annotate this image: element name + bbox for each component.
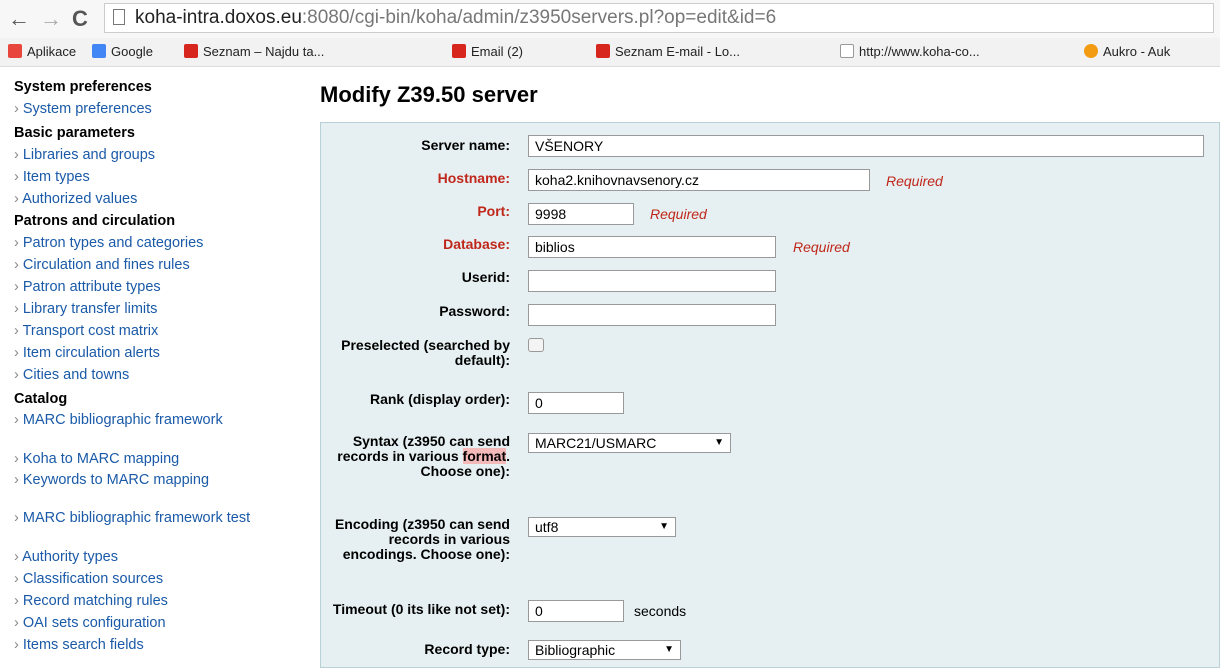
apps-grid-icon [8,44,22,58]
seznam-icon [184,44,198,58]
sidebar-item-authority-types[interactable]: Authority types [14,546,304,568]
port-label: Port: [477,203,510,219]
rank-label: Rank (display order): [369,391,510,407]
syntax-select[interactable]: MARC21/USMARC ▼ [528,433,731,453]
sidebar-item-transfer-limits[interactable]: Library transfer limits [14,298,304,320]
bookmark-label: Email (2) [471,44,524,59]
timeout-label: Timeout (0 its like not set): [332,601,510,617]
database-required: Required [793,239,850,255]
sidebar-heading-catalog: Catalog [14,391,68,407]
sidebar-item-circulation-alerts[interactable]: Item circulation alerts [14,342,304,364]
hostname-input[interactable]: koha2.knihovnavsenory.cz [528,169,870,191]
sidebar-heading-patrons: Patrons and circulation [14,213,176,229]
syntax-label: Syntax (z3950 can send records in variou… [320,434,510,479]
syntax-label-highlight: format [462,448,507,464]
syntax-select-value: MARC21/USMARC [535,435,657,451]
url-path: :8080/cgi-bin/koha/admin/z3950servers.pl… [301,7,777,28]
bookmark-label: Seznam – Najdu ta... [203,44,325,59]
sidebar-item-transport-cost[interactable]: Transport cost matrix [14,320,304,342]
hostname-required: Required [886,173,943,189]
bookmark-label: Aplikace [27,44,77,59]
password-label: Password: [439,303,510,319]
bookmark-label: Seznam E-mail - Lo... [615,44,740,59]
sidebar-item-libraries[interactable]: Libraries and groups [14,144,304,166]
page-icon [840,44,854,58]
sidebar-heading-system: System preferences [14,79,152,95]
url-host: koha-intra.doxos.eu [135,7,302,28]
address-bar[interactable]: koha-intra.doxos.eu:8080/cgi-bin/koha/ad… [104,3,1214,33]
bookmark-label: Google [111,44,153,59]
sidebar-item-item-types[interactable]: Item types [14,166,304,188]
bookmark-google[interactable]: Google [92,44,153,59]
bookmark-seznam[interactable]: Seznam – Najdu ta... [184,44,324,59]
sidebar-item-patron-types[interactable]: Patron types and categories [14,232,304,254]
bookmarks-bar: Aplikace Google Seznam – Najdu ta... Ema… [0,38,1220,67]
sidebar-item-system-preferences[interactable]: System preferences [14,98,304,120]
forward-arrow-icon[interactable]: → [40,6,62,32]
userid-label: Userid: [461,269,510,285]
encoding-select-value: utf8 [535,519,559,535]
rank-input[interactable]: 0 [528,392,624,414]
sidebar-item-circulation-rules[interactable]: Circulation and fines rules [14,254,304,276]
timeout-suffix: seconds [634,603,687,619]
hostname-label: Hostname: [437,170,510,186]
record-type-select[interactable]: Bibliographic ▼ [528,640,681,660]
record-type-label: Record type: [424,641,510,657]
sidebar-item-framework-test[interactable]: MARC bibliographic framework test [14,508,304,546]
server-name-input[interactable]: VŠENORY [528,135,1204,157]
bookmark-label: Aukro - Auk [1103,44,1171,59]
record-type-select-value: Bibliographic [535,642,616,658]
admin-sidebar: System preferences System preferences Ba… [14,76,304,656]
userid-input[interactable] [528,270,776,292]
sidebar-item-marc-framework[interactable]: MARC bibliographic framework [14,410,304,448]
sidebar-item-search-fields[interactable]: Items search fields [14,634,304,656]
server-name-label: Server name: [421,137,510,153]
browser-toolbar: ← → C koha-intra.doxos.eu:8080/cgi-bin/k… [0,0,1220,38]
preselected-checkbox[interactable] [528,338,544,352]
encoding-label: Encoding (z3950 can send records in vari… [334,516,510,562]
bookmark-koha[interactable]: http://www.koha-co... [840,44,980,59]
seznam-icon [452,44,466,58]
url-text: koha-intra.doxos.eu:8080/cgi-bin/koha/ad… [135,7,776,29]
page-title: Modify Z39.50 server [320,82,538,107]
dropdown-arrow-icon: ▼ [659,521,669,532]
sidebar-item-koha-marc-mapping[interactable]: Koha to MARC mapping [14,448,304,470]
timeout-input[interactable]: 0 [528,600,624,622]
sidebar-item-keywords-marc[interactable]: Keywords to MARC mapping [14,470,304,508]
bookmark-email[interactable]: Email (2) [452,44,523,59]
aukro-icon [1084,44,1098,58]
password-input[interactable] [528,304,776,326]
sidebar-heading-basic: Basic parameters [14,125,135,141]
database-label: Database: [443,236,510,252]
sidebar-item-classification[interactable]: Classification sources [14,568,304,590]
page-icon [113,9,125,25]
preselected-label: Preselected (searched by default): [341,337,510,368]
dropdown-arrow-icon: ▼ [664,644,674,655]
seznam-icon [596,44,610,58]
sidebar-item-patron-attributes[interactable]: Patron attribute types [14,276,304,298]
google-icon [92,44,106,58]
sidebar-item-cities[interactable]: Cities and towns [14,364,304,386]
sidebar-item-oai-sets[interactable]: OAI sets configuration [14,612,304,634]
bookmark-aukro[interactable]: Aukro - Auk [1084,44,1170,59]
sidebar-item-authorized-values[interactable]: Authorized values [14,188,304,210]
port-required: Required [650,206,707,222]
bookmark-apps[interactable]: Aplikace [8,44,76,59]
dropdown-arrow-icon: ▼ [714,437,724,448]
encoding-select[interactable]: utf8 ▼ [528,517,676,537]
bookmark-seznam-email[interactable]: Seznam E-mail - Lo... [596,44,740,59]
database-input[interactable]: biblios [528,236,776,258]
sidebar-item-matching-rules[interactable]: Record matching rules [14,590,304,612]
port-input[interactable]: 9998 [528,203,634,225]
bookmark-label: http://www.koha-co... [859,44,980,59]
back-arrow-icon[interactable]: ← [8,6,30,32]
reload-icon[interactable]: C [72,6,88,32]
